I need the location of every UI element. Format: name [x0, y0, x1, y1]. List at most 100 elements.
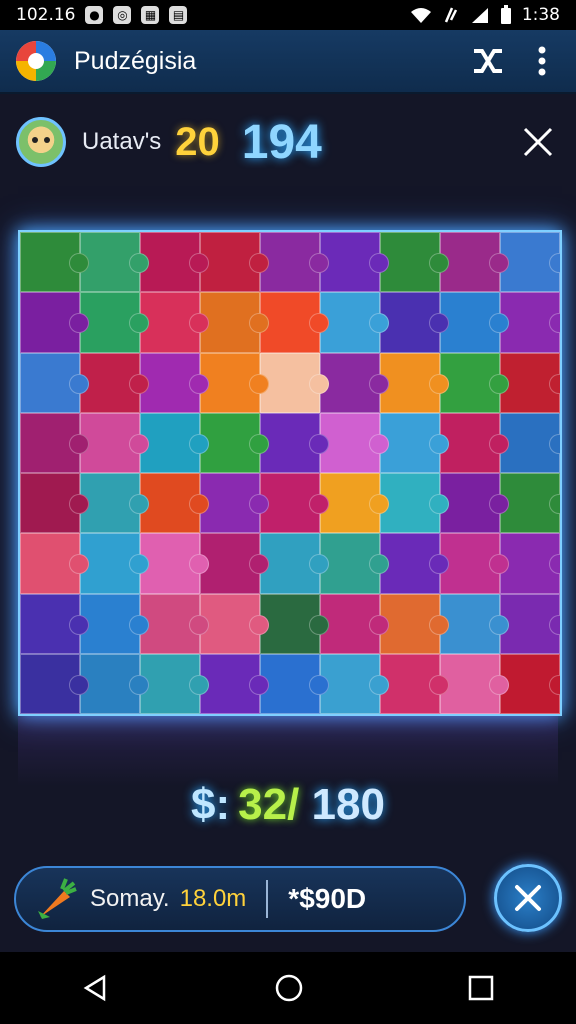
- puzzle-piece[interactable]: [20, 352, 89, 413]
- app-title: Pudzégisia: [74, 46, 197, 75]
- puzzle-piece[interactable]: [380, 232, 449, 293]
- puzzle-piece[interactable]: [320, 533, 389, 594]
- puzzle-piece[interactable]: [440, 653, 509, 714]
- puzzle-piece[interactable]: [20, 533, 89, 594]
- puzzle-piece[interactable]: [80, 473, 149, 534]
- puzzle-piece[interactable]: [80, 533, 149, 594]
- puzzle-piece[interactable]: [260, 473, 329, 534]
- puzzle-piece[interactable]: [260, 232, 329, 293]
- puzzle-grid: [20, 232, 560, 714]
- progress-total: 180: [311, 780, 385, 829]
- puzzle-piece[interactable]: [140, 292, 209, 353]
- puzzle-piece[interactable]: [260, 533, 329, 594]
- status-right: 1:38: [410, 5, 560, 25]
- game-header: Uatav's 20 194: [16, 112, 560, 172]
- puzzle-piece[interactable]: [140, 533, 209, 594]
- puzzle-piece[interactable]: [440, 352, 509, 413]
- puzzle-piece[interactable]: [20, 412, 89, 473]
- puzzle-piece[interactable]: [500, 533, 560, 594]
- app-logo-icon[interactable]: [16, 41, 56, 81]
- puzzle-piece[interactable]: [200, 593, 269, 654]
- puzzle-piece[interactable]: [20, 653, 89, 714]
- puzzle-piece[interactable]: [200, 292, 269, 353]
- avatar[interactable]: [16, 117, 66, 167]
- puzzle-piece[interactable]: [380, 292, 449, 353]
- back-icon[interactable]: [82, 974, 110, 1002]
- hint-label: Somay.: [90, 885, 170, 912]
- puzzle-piece[interactable]: [260, 352, 329, 413]
- home-icon[interactable]: [274, 973, 304, 1003]
- puzzle-piece[interactable]: [20, 593, 89, 654]
- recents-icon[interactable]: [468, 975, 494, 1001]
- puzzle-piece[interactable]: [440, 412, 509, 473]
- coin-balance: *$90D: [288, 883, 367, 914]
- hint-panel[interactable]: Somay. 18.0m *$90D: [14, 866, 466, 932]
- puzzle-piece[interactable]: [440, 292, 509, 353]
- puzzle-piece[interactable]: [80, 232, 149, 293]
- progress-counter: $: 32/ 180: [0, 780, 576, 830]
- puzzle-piece[interactable]: [80, 292, 149, 353]
- status-time-right: 1:38: [521, 5, 560, 25]
- puzzle-piece[interactable]: [200, 473, 269, 534]
- puzzle-piece[interactable]: [260, 292, 329, 353]
- puzzle-piece[interactable]: [140, 412, 209, 473]
- puzzle-piece[interactable]: [500, 473, 560, 534]
- puzzle-piece[interactable]: [440, 533, 509, 594]
- puzzle-piece[interactable]: [80, 352, 149, 413]
- puzzle-piece[interactable]: [140, 593, 209, 654]
- puzzle-piece[interactable]: [440, 473, 509, 534]
- score-value: 194: [241, 115, 322, 169]
- puzzle-piece[interactable]: [320, 473, 389, 534]
- puzzle-piece[interactable]: [380, 352, 449, 413]
- hint-time: 18.0m: [179, 885, 247, 912]
- puzzle-piece[interactable]: [140, 473, 209, 534]
- puzzle-piece[interactable]: [260, 593, 329, 654]
- puzzle-piece[interactable]: [320, 412, 389, 473]
- puzzle-piece[interactable]: [140, 232, 209, 293]
- puzzle-piece[interactable]: [260, 412, 329, 473]
- puzzle-piece[interactable]: [140, 352, 209, 413]
- puzzle-piece[interactable]: [80, 412, 149, 473]
- puzzle-piece[interactable]: [200, 533, 269, 594]
- puzzle-piece[interactable]: [80, 653, 149, 714]
- puzzle-piece[interactable]: [320, 232, 389, 293]
- close-icon: [515, 885, 541, 911]
- progress-prefix: $:: [191, 780, 231, 829]
- puzzle-piece[interactable]: [500, 653, 560, 714]
- more-vert-icon[interactable]: [524, 43, 560, 79]
- close-button[interactable]: [494, 864, 562, 932]
- puzzle-piece[interactable]: [200, 412, 269, 473]
- puzzle-board[interactable]: [18, 230, 562, 716]
- signal-icon: [471, 8, 488, 23]
- puzzle-piece[interactable]: [380, 473, 449, 534]
- puzzle-piece[interactable]: [380, 412, 449, 473]
- puzzle-piece[interactable]: [500, 593, 560, 654]
- puzzle-piece[interactable]: [200, 653, 269, 714]
- puzzle-piece[interactable]: [80, 593, 149, 654]
- puzzle-piece[interactable]: [140, 653, 209, 714]
- puzzle-piece[interactable]: [320, 653, 389, 714]
- puzzle-piece[interactable]: [380, 533, 449, 594]
- notification-icon: ●: [85, 6, 104, 24]
- puzzle-piece[interactable]: [500, 292, 560, 353]
- puzzle-piece[interactable]: [500, 412, 560, 473]
- puzzle-piece[interactable]: [20, 292, 89, 353]
- puzzle-piece[interactable]: [500, 352, 560, 413]
- puzzle-piece[interactable]: [440, 593, 509, 654]
- close-icon[interactable]: [516, 120, 560, 164]
- puzzle-piece[interactable]: [260, 653, 329, 714]
- puzzle-piece[interactable]: [320, 593, 389, 654]
- puzzle-piece[interactable]: [380, 653, 449, 714]
- puzzle-piece[interactable]: [440, 232, 509, 293]
- puzzle-piece[interactable]: [20, 473, 89, 534]
- puzzle-piece[interactable]: [320, 352, 389, 413]
- puzzle-piece[interactable]: [380, 593, 449, 654]
- puzzle-piece[interactable]: [200, 232, 269, 293]
- data-icon: [444, 7, 457, 23]
- shuffle-icon[interactable]: [470, 43, 506, 79]
- puzzle-piece[interactable]: [500, 232, 560, 293]
- puzzle-piece[interactable]: [200, 352, 269, 413]
- puzzle-piece[interactable]: [320, 292, 389, 353]
- progress-placed: 32/: [238, 780, 300, 829]
- puzzle-piece[interactable]: [20, 232, 89, 293]
